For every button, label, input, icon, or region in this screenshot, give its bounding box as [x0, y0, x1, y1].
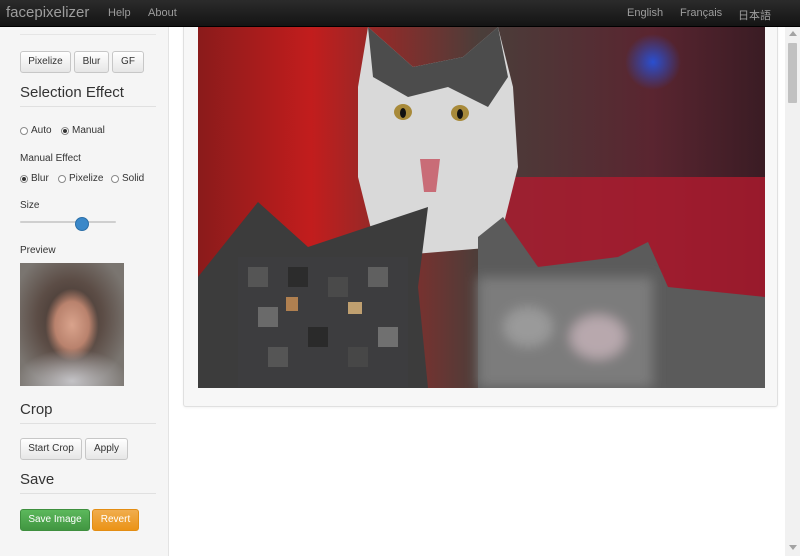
radio-button-icon[interactable] [20, 126, 28, 135]
radio-button-icon[interactable] [111, 174, 119, 183]
effect-blur-radio[interactable]: Blur [20, 173, 49, 184]
radio-button-checked-icon[interactable] [61, 126, 69, 135]
nav-help-link[interactable]: Help [108, 7, 131, 19]
size-slider-handle[interactable] [75, 217, 89, 231]
pixelized-face-region [238, 257, 408, 387]
radio-label: Blur [31, 173, 49, 184]
size-label: Size [20, 200, 40, 211]
scrollbar-thumb[interactable] [788, 43, 797, 103]
save-image-button[interactable]: Save Image [20, 509, 90, 531]
lang-english-link[interactable]: English [627, 7, 663, 19]
blurred-face-region [478, 277, 653, 388]
blur-mode-button[interactable]: Blur [74, 51, 109, 73]
nav-about-link[interactable]: About [148, 7, 177, 19]
apply-crop-button[interactable]: Apply [85, 438, 128, 460]
effect-solid-radio[interactable]: Solid [111, 173, 144, 184]
radio-button-checked-icon[interactable] [20, 174, 28, 183]
sidebar: Pixelize Blur GF Selection Effect Auto M… [0, 27, 169, 556]
preview-label: Preview [20, 245, 56, 256]
brand-logo[interactable]: facepixelizer [6, 4, 89, 21]
radio-label: Solid [122, 173, 145, 184]
crop-heading: Crop [20, 401, 53, 418]
selection-effect-heading: Selection Effect [20, 84, 124, 101]
pixelize-mode-button[interactable]: Pixelize [20, 51, 71, 73]
divider [20, 423, 156, 424]
divider [20, 34, 156, 35]
kittens-photo [198, 27, 765, 388]
mode-manual-radio[interactable]: Manual [61, 125, 105, 136]
radio-label: Auto [31, 125, 52, 136]
top-navbar: facepixelizer Help About English Françai… [0, 0, 800, 27]
save-heading: Save [20, 471, 55, 488]
effect-pixelize-radio[interactable]: Pixelize [58, 173, 103, 184]
manual-effect-label: Manual Effect [20, 153, 81, 164]
start-crop-button[interactable]: Start Crop [20, 438, 82, 460]
revert-button[interactable]: Revert [92, 509, 139, 531]
gf-mode-button[interactable]: GF [112, 51, 144, 73]
mode-auto-radio[interactable]: Auto [20, 125, 52, 136]
divider [20, 493, 156, 494]
preview-image [20, 263, 124, 386]
vertical-scrollbar[interactable] [785, 27, 800, 556]
scroll-down-arrow-icon[interactable] [789, 545, 797, 550]
photo-canvas[interactable] [198, 27, 765, 388]
divider [20, 106, 156, 107]
radio-label: Pixelize [69, 173, 104, 184]
lang-french-link[interactable]: Français [680, 7, 722, 19]
radio-button-icon[interactable] [58, 174, 66, 183]
lang-japanese-link[interactable]: 日本語 [738, 7, 771, 23]
scroll-up-arrow-icon[interactable] [789, 31, 797, 36]
size-slider-track[interactable] [20, 221, 116, 223]
radio-label: Manual [72, 125, 105, 136]
